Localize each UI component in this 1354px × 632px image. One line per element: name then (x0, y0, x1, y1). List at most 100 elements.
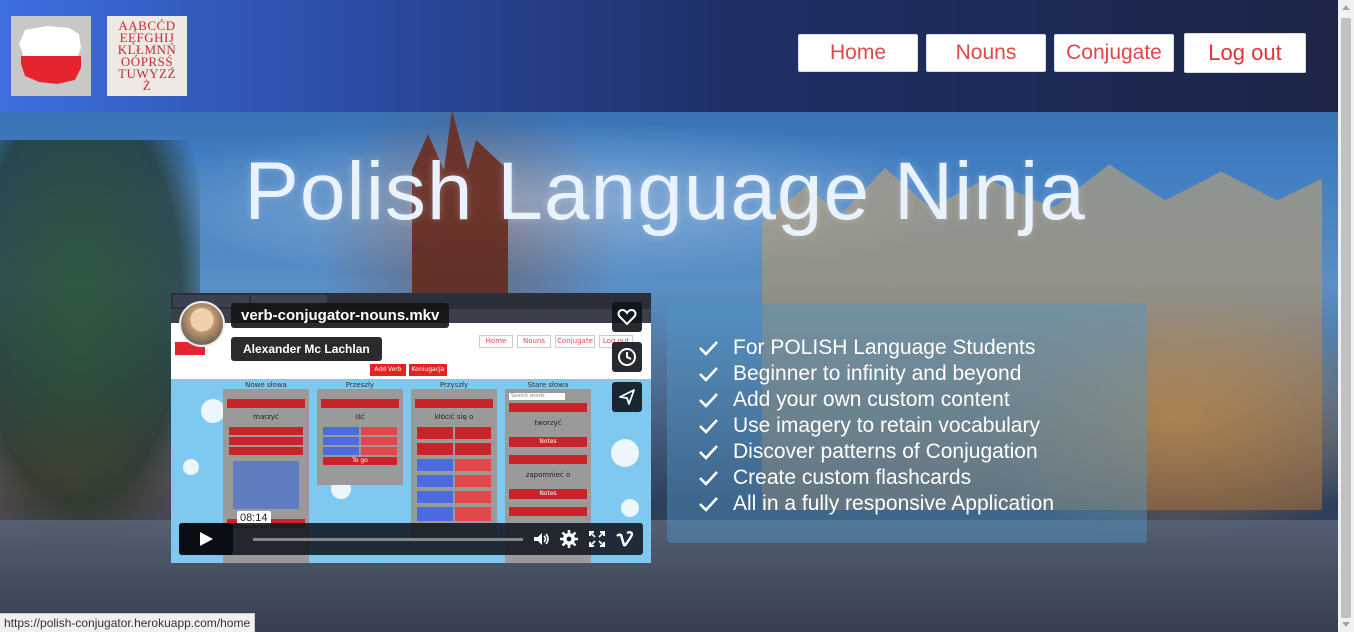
status-bar-url: https://polish-conjugator.herokuapp.com/… (0, 613, 256, 632)
feature-item: Beginner to infinity and beyond (697, 361, 1054, 387)
column-red-row (509, 507, 587, 516)
fullscreen-icon[interactable] (587, 529, 607, 549)
column-word: kłócić się o (434, 413, 474, 421)
video-preview-home: Home (479, 335, 513, 348)
column-cell (417, 427, 453, 439)
features-panel: For POLISH Language Students Beginner to… (667, 303, 1147, 543)
feature-text: Add your own custom content (733, 388, 1010, 411)
settings-icon[interactable] (559, 529, 579, 549)
scroll-up-arrow-icon[interactable] (1342, 5, 1350, 10)
feature-text: Beginner to infinity and beyond (733, 362, 1022, 385)
nav-conjugate-button[interactable]: Conjugate (1054, 34, 1174, 72)
share-button[interactable] (612, 382, 642, 412)
column-word: marzyć (253, 413, 279, 421)
volume-icon[interactable] (531, 529, 551, 549)
watch-later-button[interactable] (612, 342, 642, 372)
feature-item: Create custom flashcards (697, 465, 1054, 491)
column-to-go: To go (323, 457, 397, 465)
send-icon (619, 389, 635, 405)
feature-text: Use imagery to retain vocabulary (733, 414, 1040, 437)
vimeo-icon[interactable] (615, 529, 635, 549)
play-button[interactable] (179, 523, 233, 555)
column-word: zapomnieć o (525, 471, 571, 479)
alphabet-logo[interactable]: AĄBCĆDEĘFGHIJKLŁMNŃOÓPRSŚTUWYZŹŻ (107, 16, 187, 96)
video-player[interactable]: Home Nouns Conjugate Log out Add Verb Ko… (171, 293, 651, 563)
video-author-avatar[interactable] (179, 301, 225, 347)
alphabet-logo-text: AĄBCĆDEĘFGHIJKLŁMNŃOÓPRSŚTUWYZŹŻ (117, 18, 177, 93)
column-cell (229, 447, 303, 455)
logout-button[interactable]: Log out (1184, 33, 1306, 73)
clock-icon (618, 348, 636, 366)
column-cell (229, 427, 303, 435)
column-cell (229, 437, 303, 445)
video-progress-bar[interactable] (253, 538, 523, 541)
video-title[interactable]: verb-conjugator-nouns.mkv (231, 303, 450, 328)
feature-item: Use imagery to retain vocabulary (697, 413, 1054, 439)
column-header: Przeszły (345, 381, 375, 389)
play-icon (200, 532, 213, 546)
top-navbar: AĄBCĆDEĘFGHIJKLŁMNŃOÓPRSŚTUWYZŹŻ Home No… (0, 0, 1338, 112)
column-cell (323, 447, 359, 455)
feature-text: For POLISH Language Students (733, 336, 1036, 359)
check-icon (699, 419, 718, 434)
column-header: Stare słowa (527, 381, 569, 389)
column-cell (455, 459, 491, 471)
nav-nouns-button[interactable]: Nouns (926, 34, 1046, 72)
video-preview-column: Przeszły iść To go (317, 381, 403, 485)
column-cell (417, 459, 453, 471)
column-cell (417, 507, 453, 521)
video-author[interactable]: Alexander Mc Lachlan (231, 337, 382, 361)
bubble (183, 459, 199, 475)
column-red-row (227, 399, 305, 408)
column-cell (361, 427, 397, 435)
feature-text: Create custom flashcards (733, 466, 972, 489)
video-preview-search: Search words (509, 393, 565, 400)
check-icon (699, 445, 718, 460)
check-icon (699, 393, 718, 408)
column-cell (417, 491, 453, 503)
column-cell (417, 475, 453, 487)
check-icon (699, 367, 718, 382)
poland-flag-logo[interactable] (11, 16, 91, 96)
column-cell (455, 427, 491, 439)
feature-item: All in a fully responsive Application (697, 491, 1054, 517)
column-red-row (509, 403, 587, 412)
column-notes: Notes (509, 489, 587, 499)
column-image (233, 461, 299, 509)
feature-item: Discover patterns of Conjugation (697, 439, 1054, 465)
column-header: Nowe słowa (245, 381, 287, 389)
video-controls (179, 523, 643, 555)
heart-icon (617, 308, 637, 326)
like-button[interactable] (612, 302, 642, 332)
video-preview-conjugate: Conjugate (555, 335, 595, 348)
column-cell (455, 443, 491, 455)
video-preview-nouns: Nouns (517, 335, 551, 348)
column-header: Przyszły (439, 381, 469, 389)
column-cell (361, 437, 397, 445)
bubble (611, 439, 639, 467)
check-icon (699, 471, 718, 486)
column-red-row (509, 455, 587, 464)
poland-map-icon (19, 26, 81, 84)
column-cell (455, 475, 491, 487)
nav-home-button[interactable]: Home (798, 34, 918, 72)
video-preview-column: Przyszły kłócić się o (411, 381, 497, 539)
feature-text: All in a fully responsive Application (733, 492, 1055, 515)
feature-item: Add your own custom content (697, 387, 1054, 413)
column-cell (417, 443, 453, 455)
features-list: For POLISH Language Students Beginner to… (697, 335, 1054, 517)
column-cell (455, 507, 491, 521)
scrollbar-thumb[interactable] (1341, 18, 1351, 618)
bubble (201, 399, 225, 423)
video-preview-koniugacja: Koniugacja (409, 364, 447, 376)
column-cell (455, 491, 491, 503)
check-icon (699, 497, 718, 512)
page-scrollbar[interactable] (1338, 0, 1354, 632)
column-cell (323, 427, 359, 435)
page-title: Polish Language Ninja (244, 146, 1086, 237)
scroll-down-arrow-icon[interactable] (1342, 622, 1350, 627)
column-word: tworzyć (534, 419, 562, 427)
feature-text: Discover patterns of Conjugation (733, 440, 1038, 463)
video-preview-add-verb: Add Verb (370, 364, 406, 376)
column-red-row (415, 399, 493, 408)
